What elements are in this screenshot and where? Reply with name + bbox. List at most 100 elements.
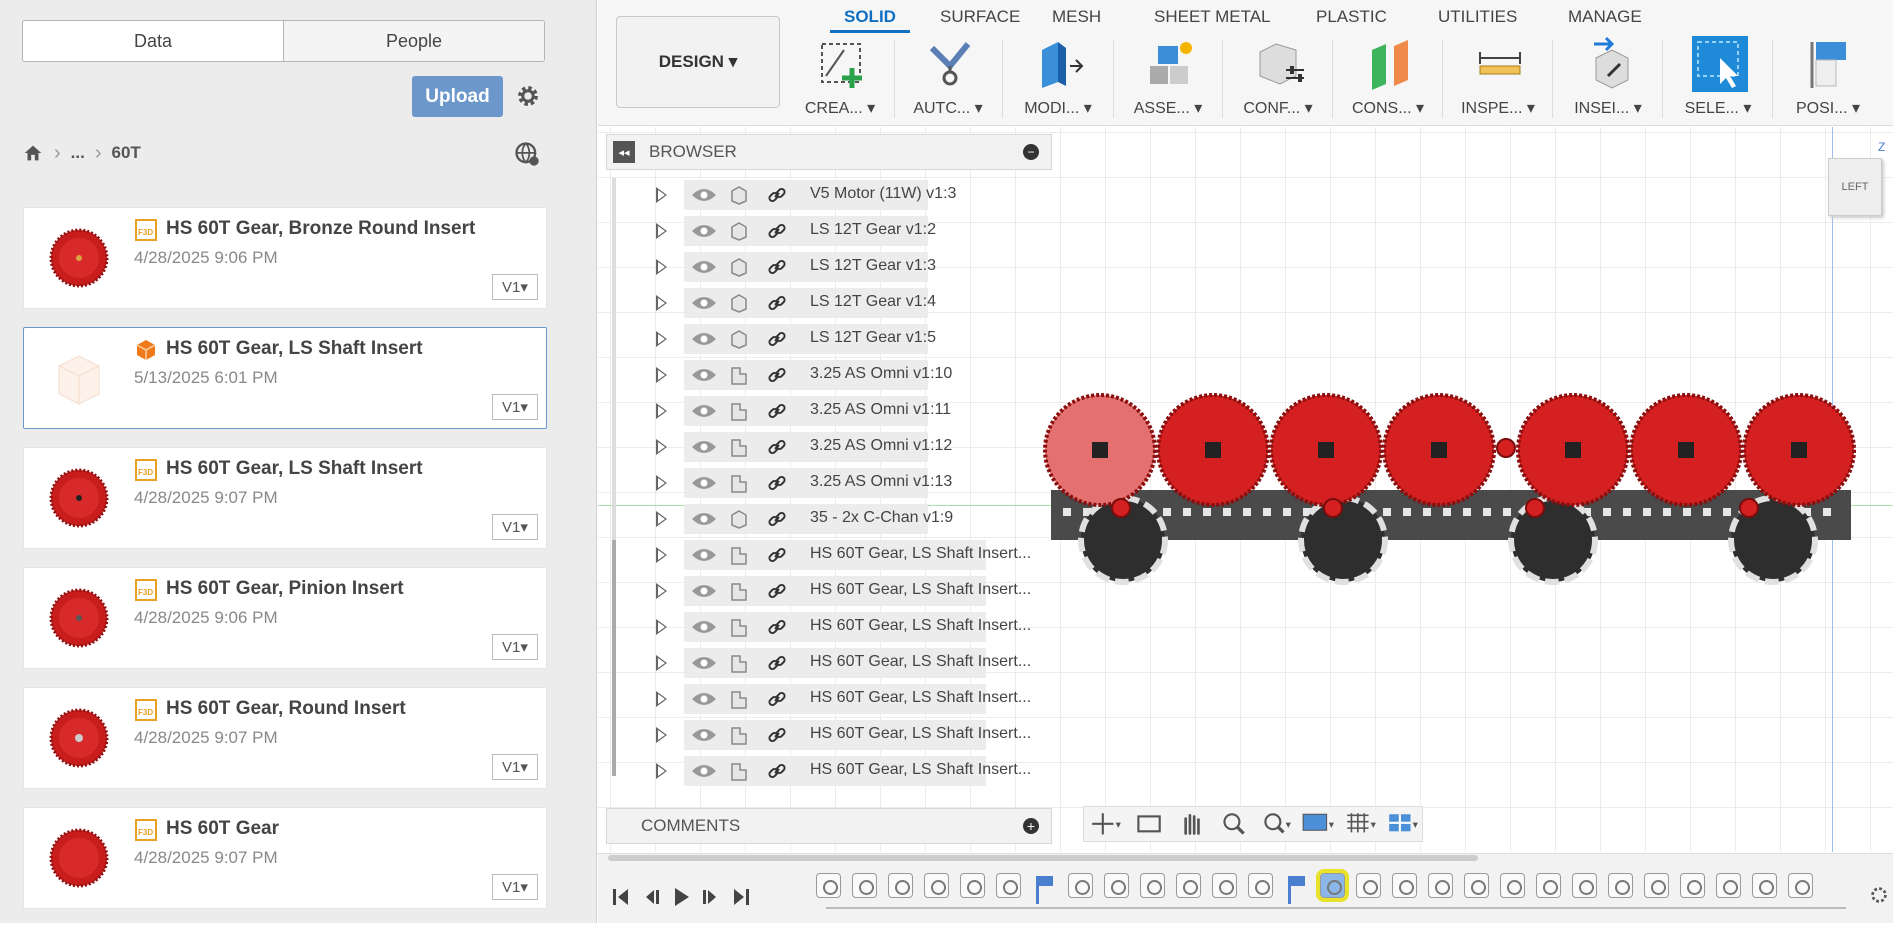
browser-row[interactable]: HS 60T Gear, LS Shaft Insert... [628,681,1058,717]
timeline-settings-icon[interactable] [1868,884,1890,906]
file-card[interactable]: F3D HS 60T Gear, Bronze Round Insert 4/2… [23,207,547,309]
browser-row[interactable]: LS 12T Gear v1:5 [628,321,1058,357]
play-icon[interactable] [670,886,692,908]
grid-settings-icon[interactable]: ▾ [1344,810,1380,838]
timeline-joint-icon[interactable] [852,873,877,898]
link-icon[interactable] [766,400,788,422]
visibility-eye-icon[interactable] [691,367,717,383]
timeline-joint-icon[interactable] [1680,873,1705,898]
link-icon[interactable] [766,688,788,710]
link-icon[interactable] [766,544,788,566]
link-icon[interactable] [766,580,788,602]
link-icon[interactable] [766,292,788,314]
timeline-joint-icon[interactable] [960,873,985,898]
browser-row[interactable]: LS 12T Gear v1:3 [628,249,1058,285]
timeline-joint-icon[interactable] [1212,873,1237,898]
create-tool[interactable]: CREA... ▾ [790,34,890,122]
expand-triangle-icon[interactable] [656,547,667,563]
browser-row[interactable]: LS 12T Gear v1:4 [628,285,1058,321]
visibility-eye-icon[interactable] [691,439,717,455]
display-settings-icon[interactable]: ▾ [1301,810,1337,838]
expand-triangle-icon[interactable] [656,259,667,275]
browser-row[interactable]: 3.25 AS Omni v1:10 [628,357,1058,393]
visibility-eye-icon[interactable] [691,511,717,527]
timeline-joint-icon[interactable] [1248,873,1273,898]
tab-data[interactable]: Data [23,21,283,61]
assemble-tool[interactable]: ASSE... ▾ [1118,34,1218,122]
link-icon[interactable] [766,508,788,530]
visibility-eye-icon[interactable] [691,259,717,275]
timeline-joint-icon[interactable] [816,873,841,898]
visibility-eye-icon[interactable] [691,403,717,419]
version-dropdown[interactable]: V1 ▾ [492,874,538,900]
expand-triangle-icon[interactable] [656,619,667,635]
link-icon[interactable] [766,472,788,494]
visibility-eye-icon[interactable] [691,583,717,599]
visibility-eye-icon[interactable] [691,331,717,347]
timeline-joint-icon[interactable] [1392,873,1417,898]
timeline-joint-icon[interactable] [1428,873,1453,898]
horizontal-scrollbar[interactable] [608,855,1478,861]
viewcube[interactable]: LEFT [1828,158,1882,216]
expand-triangle-icon[interactable] [656,367,667,383]
browser-row[interactable]: HS 60T Gear, LS Shaft Insert... [628,753,1058,789]
tab-mesh[interactable]: MESH [1052,7,1101,27]
link-icon[interactable] [766,220,788,242]
link-icon[interactable] [766,652,788,674]
version-dropdown[interactable]: V1 ▾ [492,394,538,420]
expand-triangle-icon[interactable] [656,475,667,491]
file-card[interactable]: F3D HS 60T Gear, Pinion Insert 4/28/2025… [23,567,547,669]
look-at-icon[interactable] [1132,810,1168,838]
browser-row[interactable]: HS 60T Gear, LS Shaft Insert... [628,573,1058,609]
browser-row[interactable]: HS 60T Gear, LS Shaft Insert... [628,609,1058,645]
browser-row[interactable]: 3.25 AS Omni v1:11 [628,393,1058,429]
link-icon[interactable] [766,364,788,386]
tab-solid[interactable]: SOLID [830,7,910,33]
tab-manage[interactable]: MANAGE [1568,7,1642,27]
file-card[interactable]: F3D HS 60T Gear, LS Shaft Insert 4/28/20… [23,447,547,549]
visibility-eye-icon[interactable] [691,475,717,491]
add-comment-icon[interactable]: + [1023,818,1039,834]
timeline-joint-icon[interactable] [1464,873,1489,898]
timeline-joint-icon[interactable] [1500,873,1525,898]
file-card[interactable]: F3D HS 60T Gear 4/28/2025 9:07 PM V1 ▾ [23,807,547,909]
visibility-eye-icon[interactable] [691,655,717,671]
file-card[interactable]: HS 60T Gear, LS Shaft Insert 5/13/2025 6… [23,327,547,429]
expand-triangle-icon[interactable] [656,331,667,347]
viewports-icon[interactable]: ▾ [1386,810,1422,838]
position-tool[interactable]: POSI... ▾ [1778,34,1878,122]
timeline-selected-feature-icon[interactable] [1316,869,1349,902]
construct-tool[interactable]: CONS... ▾ [1338,34,1438,122]
timeline-joint-icon[interactable] [996,873,1021,898]
link-icon[interactable] [766,328,788,350]
expand-triangle-icon[interactable] [656,655,667,671]
link-icon[interactable] [766,724,788,746]
breadcrumb-ellipsis[interactable]: ... [71,143,85,163]
timeline-joint-icon[interactable] [1716,873,1741,898]
workspace-switcher[interactable]: DESIGN ▾ [616,16,780,108]
timeline-joint-icon[interactable] [1068,873,1093,898]
timeline-joint-icon[interactable] [1536,873,1561,898]
visibility-eye-icon[interactable] [691,223,717,239]
expand-triangle-icon[interactable] [656,511,667,527]
comments-panel-header[interactable]: COMMENTS + [606,808,1052,844]
tab-utilities[interactable]: UTILITIES [1438,7,1517,27]
link-icon[interactable] [766,256,788,278]
visibility-eye-icon[interactable] [691,691,717,707]
tab-people[interactable]: People [283,21,544,61]
visibility-eye-icon[interactable] [691,187,717,203]
timeline-joint-icon[interactable] [1608,873,1633,898]
pan-hand-icon[interactable] [1175,810,1211,838]
expand-triangle-icon[interactable] [656,691,667,707]
timeline-joint-icon[interactable] [1176,873,1201,898]
insert-tool[interactable]: INSEI... ▾ [1558,34,1658,122]
expand-triangle-icon[interactable] [656,727,667,743]
step-forward-icon[interactable] [700,886,722,908]
upload-button[interactable]: Upload [412,76,503,117]
tab-plastic[interactable]: PLASTIC [1316,7,1387,27]
timeline-joint-icon[interactable] [1356,873,1381,898]
go-to-end-icon[interactable] [730,886,752,908]
visibility-eye-icon[interactable] [691,727,717,743]
visibility-eye-icon[interactable] [691,619,717,635]
link-icon[interactable] [766,760,788,782]
